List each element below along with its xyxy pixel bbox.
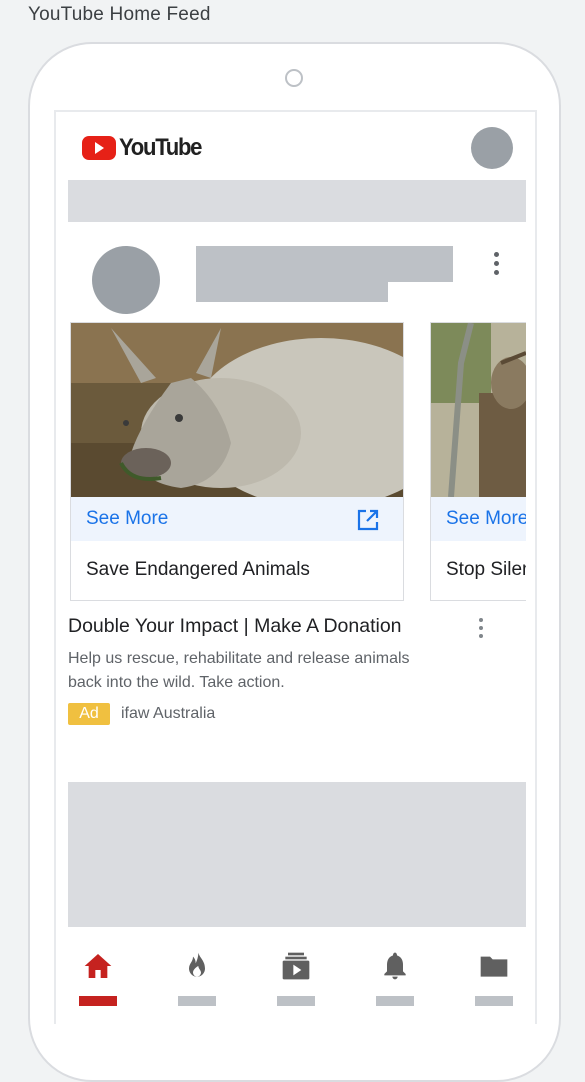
subtitle-placeholder [196,282,388,302]
nav-indicator [475,996,513,1006]
nav-indicator [79,996,117,1006]
nav-trending[interactable] [177,950,217,1024]
search-bar-placeholder[interactable] [68,180,526,222]
account-avatar[interactable] [471,127,513,169]
advertiser-name[interactable]: ifaw Australia [121,703,215,725]
nav-library[interactable] [474,950,514,1024]
nav-indicator [277,996,315,1006]
notifications-icon [384,952,406,980]
channel-avatar[interactable] [92,246,160,314]
giraffe-photo[interactable] [431,323,526,497]
ad-description: Help us rescue, rehabilitate and release… [68,650,410,691]
card-title: Stop Silencing [446,559,526,580]
phone-camera [285,69,303,87]
ad-more-options-icon[interactable] [471,618,491,638]
video-thumbnail-placeholder[interactable] [68,782,526,927]
ad-badge: Ad [68,703,110,725]
carousel-card[interactable]: See More Save Endangered Animals [70,322,404,601]
see-more-button[interactable]: See More [431,497,526,541]
nav-notifications[interactable] [375,950,415,1024]
see-more-label: See More [446,508,526,529]
more-options-icon[interactable] [486,252,506,275]
play-icon [82,136,116,160]
phone-screen: YouTube See More Save Endangered Animals… [54,110,537,1024]
ad-carousel[interactable]: See More Save Endangered Animals See Mor… [70,322,526,602]
carousel-card[interactable]: See More Stop Silencing [430,322,526,601]
card-title: Save Endangered Animals [86,559,310,580]
home-icon [84,954,112,978]
subscriptions-icon [282,952,310,980]
rhinoceros-photo[interactable] [71,323,403,497]
see-more-label: See More [86,508,169,529]
see-more-button[interactable]: See More [71,497,403,541]
page-title: YouTube Home Feed [28,4,211,25]
external-link-icon [357,509,379,531]
ad-title[interactable]: Double Your Impact | Make A Donation [68,615,402,638]
nav-home[interactable] [78,950,118,1024]
nav-indicator [178,996,216,1006]
title-placeholder [196,246,453,282]
nav-subscriptions[interactable] [276,950,316,1024]
trending-icon [189,952,205,977]
logo-text: YouTube [119,134,202,161]
youtube-logo[interactable]: YouTube [82,134,208,162]
nav-indicator [376,996,414,1006]
library-icon [480,956,508,977]
